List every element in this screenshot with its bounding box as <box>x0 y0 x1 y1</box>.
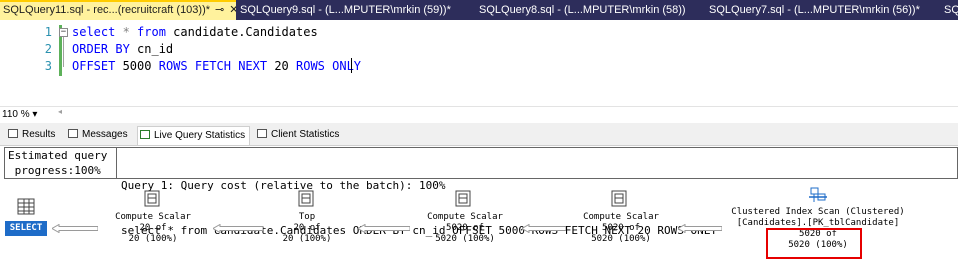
tab-sqlquery7[interactable]: SQLQuery7.sql - (L...MPUTER\mrkin (56))* <box>709 0 941 20</box>
identifier: candidate.Candidates <box>165 25 318 39</box>
tab-label: Messages <box>82 129 128 140</box>
identifier: cn_id <box>129 42 174 56</box>
flow-arrow-icon <box>522 224 566 233</box>
collapse-icon[interactable]: − <box>59 28 68 37</box>
operator: * <box>115 25 138 39</box>
node-percent: 20 (100%) <box>282 234 332 244</box>
tab-sqlquery11[interactable]: SQLQuery11.sql - rec...(recruitcraft (10… <box>0 0 236 20</box>
node-name: Top <box>298 212 316 222</box>
tab-client-statistics[interactable]: Client Statistics <box>255 126 339 144</box>
tab-label: SQ <box>944 4 958 16</box>
compute-scalar-icon[interactable] <box>143 190 163 208</box>
code-line-3[interactable]: OFFSET 5000 ROWS FETCH NEXT 20 ROWS ONLY <box>72 58 361 75</box>
node-rows: 5020 of <box>446 223 484 233</box>
chevron-down-icon: ▾ <box>32 109 38 120</box>
number: 5000 <box>115 59 159 73</box>
node-rows: 5020 of <box>602 223 640 233</box>
compute-scalar-icon[interactable] <box>454 190 474 208</box>
tab-label: Results <box>22 129 56 140</box>
keyword: ROWS FETCH NEXT <box>158 59 268 73</box>
plan-node-select[interactable]: SELECT <box>5 221 47 236</box>
node-name: Compute Scalar <box>427 212 503 222</box>
close-icon[interactable]: ✕ <box>229 2 236 19</box>
estimated-progress: Estimated query progress:100% <box>4 147 117 179</box>
node-rows: 20 of <box>293 223 321 233</box>
line-number: 3 <box>44 59 52 73</box>
top-icon[interactable] <box>297 190 317 208</box>
estimate-value: progress:100% <box>8 164 101 177</box>
node-rows: 20 of <box>139 223 167 233</box>
plan-node-compute-scalar[interactable]: Compute Scalar 20 of 20 (100%) <box>104 212 202 245</box>
estimate-label: Estimated query <box>8 149 108 162</box>
node-percent: 5020 (100%) <box>591 234 651 244</box>
tab-label: SQLQuery8.sql - (L...MPUTER\mrkin (58)) <box>479 4 686 16</box>
node-percent: 20 (100%) <box>128 234 178 244</box>
tab-sqlquery8[interactable]: SQLQuery8.sql - (L...MPUTER\mrkin (58)) <box>479 0 701 20</box>
flow-arrow-icon <box>358 224 410 233</box>
tab-sqlquery9[interactable]: SQLQuery9.sql - (L...MPUTER\mrkin (59))* <box>240 0 470 20</box>
node-name: Clustered Index Scan (Clustered) <box>731 207 905 217</box>
tab-messages[interactable]: Messages <box>66 126 128 144</box>
zoom-value: 110 % <box>2 109 30 120</box>
query-cost-text: Query 1: Query cost (relative to the bat… <box>121 179 446 192</box>
scroll-left-icon[interactable]: ◂ <box>58 107 62 116</box>
highlight-rectangle <box>766 228 862 259</box>
tab-label: Client Statistics <box>271 129 340 140</box>
messages-icon <box>68 129 78 138</box>
code-line-2[interactable]: ORDER BY cn_id <box>72 41 173 58</box>
select-icon[interactable] <box>17 198 37 216</box>
node-percent: 5020 (100%) <box>435 234 495 244</box>
tab-live-query-statistics[interactable]: Live Query Statistics <box>137 126 251 145</box>
outline-guide <box>63 37 64 67</box>
clustered-index-scan-icon[interactable] <box>808 186 828 204</box>
zoom-select[interactable]: 110 % ▾ <box>2 108 54 121</box>
flow-arrow-icon <box>678 224 722 233</box>
plan-node-compute-scalar[interactable]: Compute Scalar 5020 of 5020 (100%) <box>416 212 514 245</box>
plan-node-compute-scalar[interactable]: Compute Scalar 5020 of 5020 (100%) <box>572 212 670 245</box>
tab-label: SQLQuery11.sql - rec...(recruitcraft (10… <box>3 4 211 16</box>
node-object: [Candidates].[PK_tblCandidate] <box>736 218 900 228</box>
node-name: Compute Scalar <box>115 212 191 222</box>
line-number: 1 <box>44 25 52 39</box>
keyword: ORDER BY <box>72 42 130 56</box>
compute-scalar-icon[interactable] <box>610 190 630 208</box>
pin-icon[interactable]: ⊸ <box>215 2 224 19</box>
number: 20 <box>267 59 296 73</box>
keyword: from <box>137 25 166 39</box>
tab-label: Live Query Statistics <box>154 130 246 141</box>
plan-node-top[interactable]: Top 20 of 20 (100%) <box>270 212 344 245</box>
tab-label: SQLQuery7.sql - (L...MPUTER\mrkin (56))* <box>709 4 920 16</box>
keyword: select <box>72 25 116 39</box>
text-caret <box>351 58 352 73</box>
live-stats-icon <box>140 130 150 139</box>
grid-icon <box>8 129 18 138</box>
zoom-bar <box>0 106 958 124</box>
flow-arrow-icon <box>213 224 263 233</box>
tab-overflow[interactable]: SQ <box>944 0 958 20</box>
query-cost-info: Query 1: Query cost (relative to the bat… <box>117 147 958 237</box>
tab-label: SQLQuery9.sql - (L...MPUTER\mrkin (59))* <box>240 4 451 16</box>
keyword: OFFSET <box>72 59 116 73</box>
line-number: 2 <box>44 42 52 56</box>
node-name: Compute Scalar <box>583 212 659 222</box>
flow-arrow-icon <box>52 224 98 233</box>
tab-results[interactable]: Results <box>6 126 55 144</box>
client-stats-icon <box>257 129 267 138</box>
code-line-1[interactable]: select * from candidate.Candidates <box>72 24 318 41</box>
